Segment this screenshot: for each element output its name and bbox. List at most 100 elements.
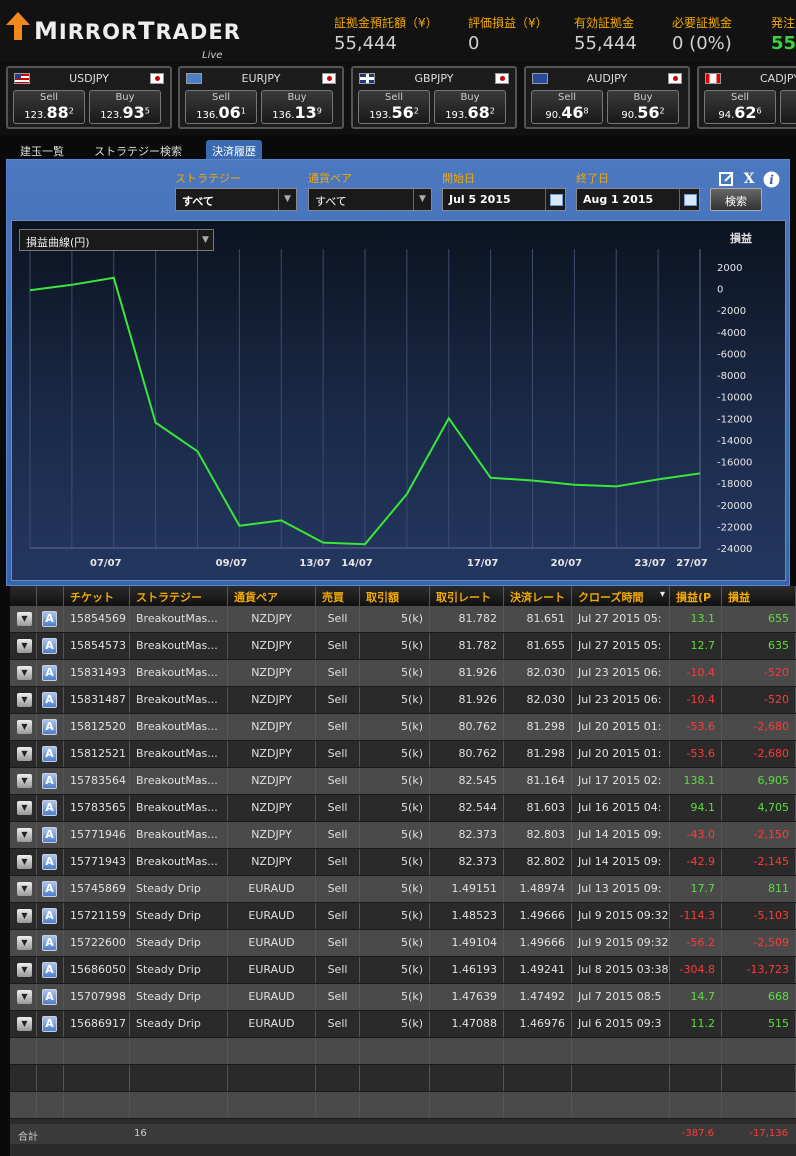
- row-action-button[interactable]: A: [42, 935, 57, 951]
- row-action-button[interactable]: A: [42, 692, 57, 708]
- cell-ticket: 15812521: [64, 741, 130, 767]
- row-action-button[interactable]: A: [42, 611, 57, 627]
- table-row[interactable]: ▼ A 15686917 Steady Drip EURAUD Sell 5(k) 1.470…: [10, 1011, 796, 1038]
- row-action-button[interactable]: A: [42, 719, 57, 735]
- table-row[interactable]: ▼ A 15686050 Steady Drip EURAUD Sell 5(k) 1.461…: [10, 957, 796, 984]
- table-row[interactable]: ▼ A 15722600 Steady Drip EURAUD Sell 5(k) 1.491…: [10, 930, 796, 957]
- row-action-button[interactable]: A: [42, 773, 57, 789]
- row-menu-button[interactable]: ▼: [17, 909, 32, 923]
- search-button[interactable]: 検索: [710, 188, 762, 211]
- calendar-icon[interactable]: [679, 189, 699, 210]
- table-row[interactable]: ▼ A 15812521 BreakoutMas... NZDJPY Sell 5(k) 80…: [10, 741, 796, 768]
- start-date-input[interactable]: Jul 5 2015: [442, 188, 566, 211]
- row-action-button[interactable]: A: [42, 800, 57, 816]
- row-menu-button[interactable]: ▼: [17, 801, 32, 815]
- info-icon[interactable]: i: [762, 171, 780, 189]
- buy-button[interactable]: Buy: [780, 90, 796, 124]
- table-row[interactable]: ▼ A 15854569 BreakoutMas... NZDJPY Sell 5(k) 81…: [10, 606, 796, 633]
- export-icon[interactable]: [718, 171, 736, 189]
- end-date-input[interactable]: Aug 1 2015: [576, 188, 700, 211]
- tab-2[interactable]: 決済履歴: [206, 140, 262, 159]
- row-action-button[interactable]: A: [42, 854, 57, 870]
- table-cell: [316, 1092, 360, 1118]
- column-header[interactable]: [10, 586, 37, 606]
- sell-button[interactable]: Sell 193.562: [358, 90, 430, 124]
- table-row[interactable]: ▼ A 15707998 Steady Drip EURAUD Sell 5(k) 1.476…: [10, 984, 796, 1011]
- cell-pips: -304.8: [670, 957, 722, 983]
- row-action-button[interactable]: A: [42, 962, 57, 978]
- row-action-button[interactable]: A: [42, 989, 57, 1005]
- row-action-button[interactable]: A: [42, 1016, 57, 1032]
- column-header[interactable]: ストラテジー: [130, 586, 228, 606]
- row-action-button[interactable]: A: [42, 665, 57, 681]
- row-menu-button[interactable]: ▼: [17, 936, 32, 950]
- column-header[interactable]: 売買: [316, 586, 360, 606]
- row-menu-button[interactable]: ▼: [17, 990, 32, 1004]
- cell-close-rate: 1.49241: [504, 957, 572, 983]
- buy-button[interactable]: Buy 193.682: [434, 90, 506, 124]
- row-action-button[interactable]: A: [42, 881, 57, 897]
- calendar-icon[interactable]: [545, 189, 565, 210]
- table-row[interactable]: ▼ A 15831487 BreakoutMas... NZDJPY Sell 5(k) 81…: [10, 687, 796, 714]
- table-row[interactable]: ▼ A 15831493 BreakoutMas... NZDJPY Sell 5(k) 81…: [10, 660, 796, 687]
- row-menu-button[interactable]: ▼: [17, 882, 32, 896]
- buy-button[interactable]: Buy 136.139: [261, 90, 333, 124]
- row-menu-button[interactable]: ▼: [17, 666, 32, 680]
- cell-close-rate: 82.802: [504, 849, 572, 875]
- row-menu-button[interactable]: ▼: [17, 855, 32, 869]
- row-menu-button[interactable]: ▼: [17, 963, 32, 977]
- row-menu-button[interactable]: ▼: [17, 828, 32, 842]
- row-menu-button[interactable]: ▼: [17, 747, 32, 761]
- row-menu-button[interactable]: ▼: [17, 720, 32, 734]
- buy-button[interactable]: Buy 123.935: [89, 90, 161, 124]
- column-header[interactable]: クローズ時間: [572, 586, 670, 606]
- excel-icon[interactable]: X: [740, 171, 758, 189]
- cell-close-time: Jul 9 2015 09:32: [572, 930, 670, 956]
- cell-pl: -13,723: [722, 957, 796, 983]
- row-menu-button[interactable]: ▼: [17, 612, 32, 626]
- sell-price: 136.061: [186, 103, 256, 122]
- table-row[interactable]: ▼ A 15771946 BreakoutMas... NZDJPY Sell 5(k) 82…: [10, 822, 796, 849]
- sell-button[interactable]: Sell 136.061: [185, 90, 257, 124]
- row-menu-button[interactable]: ▼: [17, 1017, 32, 1031]
- cell-close-rate: 81.164: [504, 768, 572, 794]
- row-action-button[interactable]: A: [42, 827, 57, 843]
- row-action-button[interactable]: A: [42, 746, 57, 762]
- table-row[interactable]: ▼ A 15854573 BreakoutMas... NZDJPY Sell 5(k) 81…: [10, 633, 796, 660]
- strategy-filter-select[interactable]: すべて ▼: [175, 188, 297, 211]
- table-row[interactable]: ▼ A 15783564 BreakoutMas... NZDJPY Sell 5(k) 82…: [10, 768, 796, 795]
- column-header[interactable]: 決済レート: [504, 586, 572, 606]
- sell-label: Sell: [384, 92, 404, 103]
- row-menu-button[interactable]: ▼: [17, 774, 32, 788]
- table-row[interactable]: ▼ A 15721159 Steady Drip EURAUD Sell 5(k) 1.485…: [10, 903, 796, 930]
- table-row[interactable]: ▼ A 15771943 BreakoutMas... NZDJPY Sell 5(k) 82…: [10, 849, 796, 876]
- column-header[interactable]: チケット: [64, 586, 130, 606]
- cell-pair: EURAUD: [228, 903, 316, 929]
- chart-type-select[interactable]: 損益曲線(円) ▼: [19, 229, 214, 251]
- column-header[interactable]: 通貨ペア: [228, 586, 316, 606]
- sell-button[interactable]: Sell 94.626: [704, 90, 776, 124]
- sort-desc-icon[interactable]: ▾: [660, 589, 665, 600]
- column-header[interactable]: 取引額: [360, 586, 430, 606]
- buy-button[interactable]: Buy 90.562: [607, 90, 679, 124]
- column-header[interactable]: 損益: [722, 586, 796, 606]
- tab-1[interactable]: ストラテジー検索: [88, 140, 188, 159]
- row-action-button[interactable]: A: [42, 638, 57, 654]
- total-label: 合計: [18, 1132, 38, 1143]
- price-fraction: 2: [68, 106, 74, 116]
- column-header[interactable]: [37, 586, 64, 606]
- table-row[interactable]: ▼ A 15745869 Steady Drip EURAUD Sell 5(k) 1.491…: [10, 876, 796, 903]
- tab-0[interactable]: 建玉一覧: [14, 140, 70, 159]
- table-row[interactable]: ▼ A 15783565 BreakoutMas... NZDJPY Sell 5(k) 82…: [10, 795, 796, 822]
- row-menu-button[interactable]: ▼: [17, 639, 32, 653]
- cell-amount: 5(k): [360, 795, 430, 821]
- row-menu-button[interactable]: ▼: [17, 693, 32, 707]
- pair-filter-select[interactable]: すべて ▼: [308, 188, 432, 211]
- table-row[interactable]: ▼ A 15812520 BreakoutMas... NZDJPY Sell 5(k) 80…: [10, 714, 796, 741]
- sell-button[interactable]: Sell 123.882: [13, 90, 85, 124]
- column-header[interactable]: 取引レート: [430, 586, 504, 606]
- pair-filter-label: 通貨ペア: [308, 172, 352, 185]
- column-header[interactable]: 損益(P: [670, 586, 722, 606]
- row-action-button[interactable]: A: [42, 908, 57, 924]
- sell-button[interactable]: Sell 90.468: [531, 90, 603, 124]
